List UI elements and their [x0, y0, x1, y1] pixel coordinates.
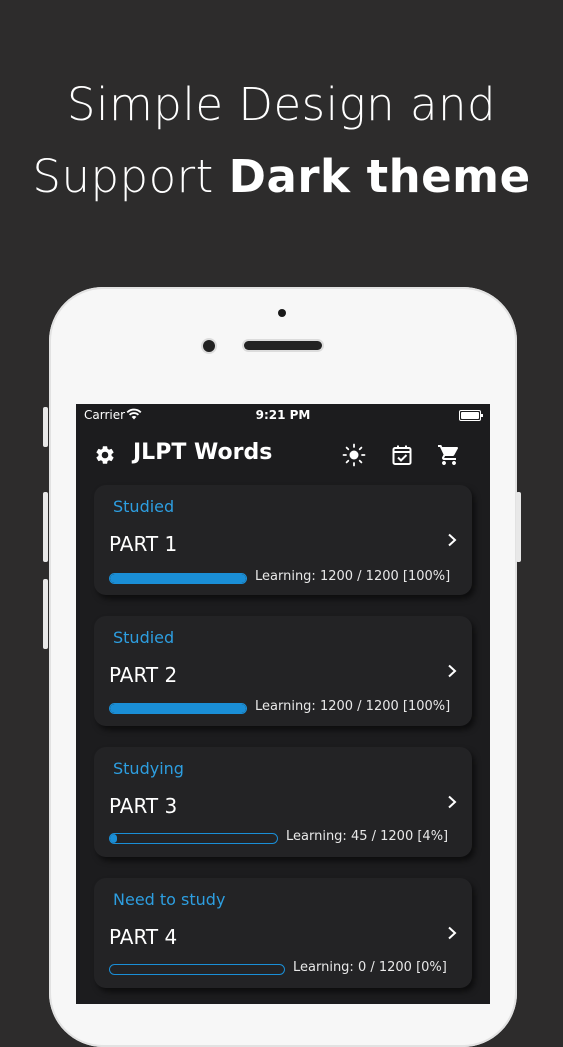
sun-icon[interactable]: [342, 443, 366, 467]
part-title: PART 4: [109, 925, 178, 949]
chevron-right-icon[interactable]: [446, 795, 458, 809]
part-card[interactable]: Studied PART 2 Learning: 1200 / 1200 [10…: [94, 616, 472, 726]
progress-bar: [109, 964, 285, 975]
part-card[interactable]: Need to study PART 4 Learning: 0 / 1200 …: [94, 878, 472, 988]
part-title: PART 1: [109, 532, 178, 556]
calendar-check-icon[interactable]: [390, 443, 414, 467]
progress-bar: [109, 703, 247, 714]
part-status: Studying: [113, 759, 184, 778]
phone-volume-down: [43, 579, 48, 649]
progress-bar: [109, 573, 247, 584]
status-time: 9:21 PM: [255, 408, 311, 422]
cart-icon[interactable]: [437, 443, 461, 467]
front-camera: [203, 340, 215, 352]
headline-line-1: Simple Design and: [66, 78, 497, 131]
progress-label: Learning: 0 / 1200 [0%]: [293, 960, 447, 975]
headline-line-2-bold: Dark theme: [228, 150, 531, 203]
chevron-right-icon[interactable]: [446, 533, 458, 547]
earpiece-speaker: [244, 341, 322, 350]
phone-power-button: [516, 492, 521, 562]
part-status: Need to study: [113, 890, 226, 909]
phone-volume-up: [43, 492, 48, 562]
progress-label: Learning: 45 / 1200 [4%]: [286, 829, 449, 844]
part-status: Studied: [113, 628, 175, 647]
chevron-right-icon[interactable]: [446, 664, 458, 678]
part-card[interactable]: Studied PART 1 Learning: 1200 / 1200 [10…: [94, 485, 472, 595]
app-screen: Carrier 9:21 PM JLPT Words Studied PART …: [76, 404, 490, 1004]
app-title: JLPT Words: [133, 440, 273, 465]
part-status: Studied: [113, 497, 175, 516]
headline-line-2: Support Dark theme: [0, 150, 563, 203]
nav-bar: JLPT Words: [76, 426, 490, 482]
headline-line-2-prefix: Support: [32, 150, 229, 203]
progress-fill: [110, 574, 246, 583]
phone-mute-switch: [43, 407, 48, 447]
chevron-right-icon[interactable]: [446, 926, 458, 940]
progress-bar: [109, 833, 278, 844]
progress-fill: [110, 704, 246, 713]
part-title: PART 2: [109, 663, 178, 687]
progress-fill: [110, 834, 117, 843]
part-card[interactable]: Studying PART 3 Learning: 45 / 1200 [4%]: [94, 747, 472, 857]
progress-label: Learning: 1200 / 1200 [100%]: [255, 699, 451, 714]
progress-label: Learning: 1200 / 1200 [100%]: [255, 569, 451, 584]
gear-icon[interactable]: [94, 444, 116, 466]
battery-icon: [459, 410, 483, 421]
part-title: PART 3: [109, 794, 178, 818]
status-bar: Carrier 9:21 PM: [76, 404, 490, 426]
proximity-sensor: [278, 309, 286, 317]
